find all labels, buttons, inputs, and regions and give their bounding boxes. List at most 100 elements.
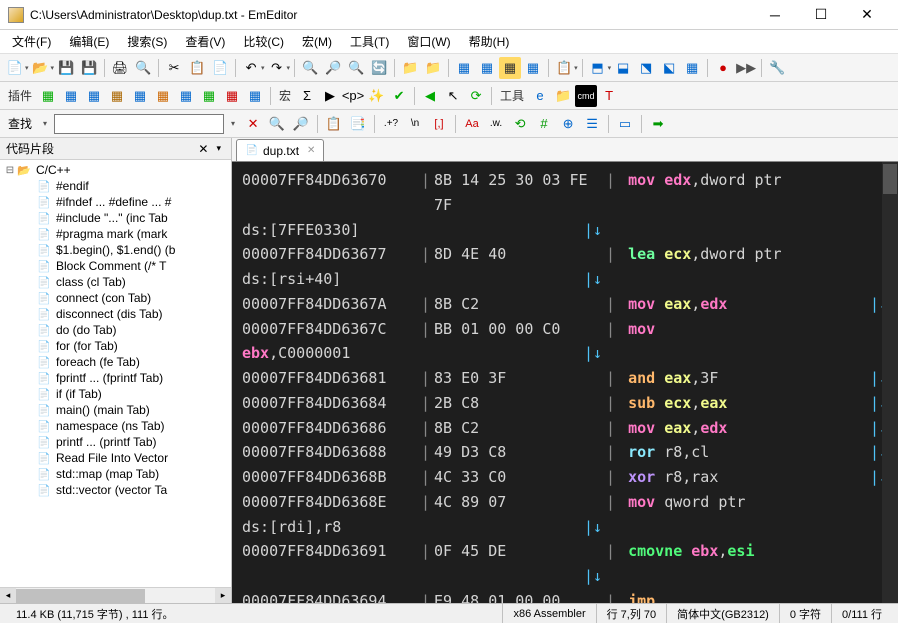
snippet-item[interactable]: 📄$1.begin(), $1.end() (b <box>0 242 231 258</box>
split4-icon[interactable]: ▦ <box>681 57 703 79</box>
find-next-btn-icon[interactable]: 🔎 <box>290 113 312 135</box>
code-line[interactable]: ds:[rsi+40]|↓ <box>242 267 888 292</box>
status-position[interactable]: 行 7,列 70 <box>597 604 668 623</box>
status-encoding[interactable]: 简体中文(GB2312) <box>667 604 780 623</box>
menu-item[interactable]: 搜索(S) <box>119 31 175 52</box>
plugin-3-icon[interactable]: ▦ <box>83 85 105 107</box>
menu-item[interactable]: 宏(M) <box>294 31 340 52</box>
tab-close-icon[interactable]: ✕ <box>307 145 315 156</box>
code-line[interactable]: 00007FF84DD6368E|4C 89 07| mov qword ptr <box>242 490 888 515</box>
refresh-icon[interactable]: ⟳ <box>465 85 487 107</box>
maximize-button[interactable]: ☐ <box>798 0 844 30</box>
snippet-item[interactable]: 📄namespace (ns Tab) <box>0 418 231 434</box>
sidebar-hscroll[interactable]: ◂ ▸ <box>0 587 231 603</box>
redo-icon[interactable]: ↷ <box>266 57 288 79</box>
cut-icon[interactable]: ✂ <box>163 57 185 79</box>
collapse-icon[interactable]: ⊟ <box>4 165 16 176</box>
code-line[interactable]: ds:[rdi],r8|↓ <box>242 515 888 540</box>
regex-dot-icon[interactable]: .+? <box>380 113 402 135</box>
save-all-icon[interactable]: 💾 <box>78 57 100 79</box>
snippet-item[interactable]: 📄connect (con Tab) <box>0 290 231 306</box>
sum-icon[interactable]: Σ <box>296 85 318 107</box>
find-bookmark-icon[interactable]: 📑 <box>347 113 369 135</box>
cursor-icon[interactable]: ↖ <box>442 85 464 107</box>
scroll-right-icon[interactable]: ▸ <box>215 588 231 604</box>
menu-item[interactable]: 工具(T) <box>342 31 397 52</box>
code-line[interactable]: 00007FF84DD63681|83 E0 3F| and eax,3F|↓ <box>242 366 888 391</box>
plugin-2-icon[interactable]: ▦ <box>60 85 82 107</box>
open-file-icon[interactable]: 📂 <box>30 57 52 79</box>
snippet-item[interactable]: 📄for (for Tab) <box>0 338 231 354</box>
macro-tag-icon[interactable]: <p> <box>342 85 364 107</box>
menu-item[interactable]: 比较(C) <box>235 31 292 52</box>
snippet-item[interactable]: 📄std::vector (vector Ta <box>0 482 231 498</box>
close-button[interactable]: ✕ <box>844 0 890 30</box>
find-prev-icon[interactable]: 🔍 <box>345 57 367 79</box>
replace-icon[interactable]: 🔄 <box>368 57 390 79</box>
code-line[interactable]: 00007FF84DD63688|49 D3 C8| ror r8,cl|↓ <box>242 440 888 465</box>
code-line[interactable]: 00007FF84DD63670|8B 14 25 30 03 FE 7F| m… <box>242 168 888 218</box>
snippet-item[interactable]: 📄fprintf ... (fprintf Tab) <box>0 370 231 386</box>
scroll-left-icon[interactable]: ◂ <box>0 588 16 604</box>
code-editor[interactable]: 00007FF84DD63670|8B 14 25 30 03 FE 7F| m… <box>232 162 898 603</box>
find-highlight-icon[interactable]: 📋 <box>323 113 345 135</box>
snippet-tree[interactable]: ⊟📂C/C++📄#endif📄#ifndef ... #define ... #… <box>0 160 231 587</box>
sidebar-pin-icon[interactable]: ▾ <box>212 143 225 154</box>
record-macro-icon[interactable]: ● <box>712 57 734 79</box>
code-line[interactable]: 00007FF84DD6368B|4C 33 C0| xor r8,rax|↓ <box>242 465 888 490</box>
snippet-item[interactable]: 📄do (do Tab) <box>0 322 231 338</box>
find-files-icon[interactable]: 📁 <box>399 57 421 79</box>
props-icon[interactable]: 📋 <box>553 57 575 79</box>
editor-vscroll[interactable] <box>882 162 898 603</box>
wrap-window-icon[interactable]: ▦ <box>499 57 521 79</box>
escape-icon[interactable]: \n <box>404 113 426 135</box>
snippet-item[interactable]: 📄if (if Tab) <box>0 386 231 402</box>
compare-icon[interactable]: ⬔ <box>635 57 657 79</box>
wrap-char-icon[interactable]: ▦ <box>476 57 498 79</box>
menu-item[interactable]: 窗口(W) <box>399 31 458 52</box>
count-icon[interactable]: # <box>533 113 555 135</box>
font-icon[interactable]: T <box>598 85 620 107</box>
code-line[interactable]: |↓ <box>242 564 888 589</box>
snippet-item[interactable]: 📄#endif <box>0 178 231 194</box>
wrap-page-icon[interactable]: ▦ <box>522 57 544 79</box>
plugin-6-icon[interactable]: ▦ <box>152 85 174 107</box>
file-tab-dup[interactable]: 📄 dup.txt ✕ <box>236 139 324 161</box>
code-line[interactable]: 00007FF84DD6367A|8B C2| mov eax,edx|↓ <box>242 292 888 317</box>
plugin-7-icon[interactable]: ▦ <box>175 85 197 107</box>
copy-icon[interactable]: 📋 <box>186 57 208 79</box>
split-v-icon[interactable]: ⬓ <box>612 57 634 79</box>
snippet-item[interactable]: 📄printf ... (printf Tab) <box>0 434 231 450</box>
plugin-1-icon[interactable]: ▦ <box>37 85 59 107</box>
find-input-dropdown[interactable]: ▾ <box>226 119 240 128</box>
sidebar-close-icon[interactable]: ✕ <box>194 142 212 156</box>
code-line[interactable]: 00007FF84DD63677|8D 4E 40| lea ecx,dword… <box>242 242 888 267</box>
code-line[interactable]: ebx,C0000001|↓ <box>242 341 888 366</box>
replace-files-icon[interactable]: 📁 <box>422 57 444 79</box>
snippet-item[interactable]: 📄Block Comment (/* T <box>0 258 231 274</box>
word-icon[interactable]: .w. <box>485 113 507 135</box>
snippet-item[interactable]: 📄#ifndef ... #define ... # <box>0 194 231 210</box>
plugin-4-icon[interactable]: ▦ <box>106 85 128 107</box>
plugin-10-icon[interactable]: ▦ <box>244 85 266 107</box>
cmd-icon[interactable]: cmd <box>575 85 597 107</box>
split-h-icon[interactable]: ⬒ <box>587 57 609 79</box>
macro-wand-icon[interactable]: ✨ <box>365 85 387 107</box>
snippet-item[interactable]: 📄#include "..." (inc Tab <box>0 210 231 226</box>
snippet-item[interactable]: 📄#pragma mark (mark <box>0 226 231 242</box>
new-dropdown[interactable]: ▾ <box>25 64 29 72</box>
status-lang[interactable]: x86 Assembler <box>503 604 596 623</box>
find-icon[interactable]: 🔍 <box>299 57 321 79</box>
find-next-icon[interactable]: 🔎 <box>322 57 344 79</box>
snippet-item[interactable]: 📄main() (main Tab) <box>0 402 231 418</box>
code-line[interactable]: 00007FF84DD63691|0F 45 DE| cmovne ebx,es… <box>242 539 888 564</box>
code-line[interactable]: 00007FF84DD63694|E9 48 01 00 00| jmp <box>242 589 888 603</box>
menu-item[interactable]: 查看(V) <box>177 31 233 52</box>
snippet-item[interactable]: 📄Read File Into Vector <box>0 450 231 466</box>
code-line[interactable]: 00007FF84DD6367C|BB 01 00 00 C0| mov <box>242 317 888 342</box>
code-line[interactable]: ds:[7FFE0330]|↓ <box>242 218 888 243</box>
minimize-button[interactable]: ─ <box>752 0 798 30</box>
sync-icon[interactable]: ⬕ <box>658 57 680 79</box>
find-close-icon[interactable]: ✕ <box>242 113 264 135</box>
code-line[interactable]: 00007FF84DD63684|2B C8| sub ecx,eax|↓ <box>242 391 888 416</box>
